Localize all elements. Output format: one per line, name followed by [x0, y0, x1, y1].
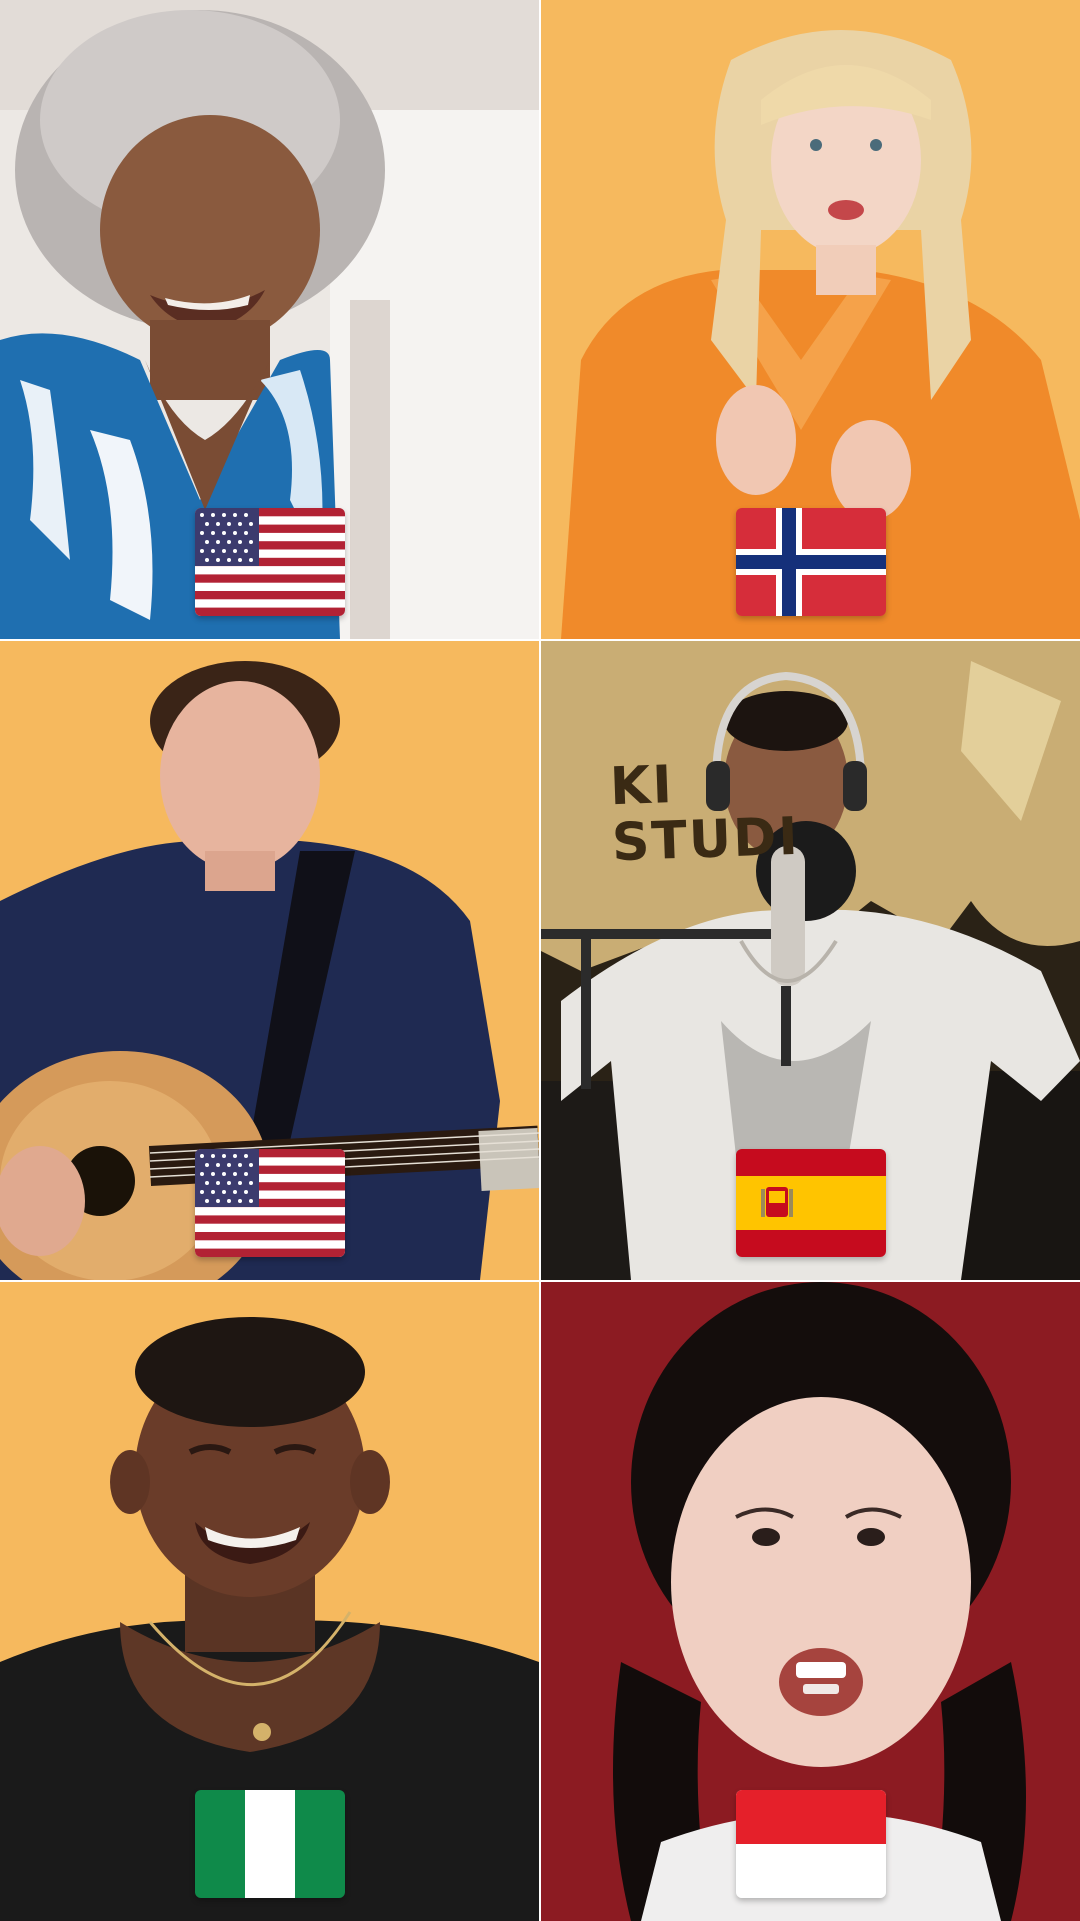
indonesia-flag-icon	[736, 1790, 886, 1898]
nigeria-flag-icon	[195, 1790, 345, 1898]
singer-tile-4[interactable]: KI STUDI	[541, 641, 1080, 1280]
usa-flag-icon	[195, 508, 345, 616]
video-collage-grid: KI STUDI	[0, 0, 1080, 1921]
singer-tile-2[interactable]	[541, 0, 1080, 639]
singer-tile-5[interactable]	[0, 1282, 539, 1921]
studio-sign-text: KI STUDI	[609, 755, 801, 874]
singer-tile-6[interactable]	[541, 1282, 1080, 1921]
norway-flag-icon	[736, 508, 886, 616]
singer-tile-3[interactable]	[0, 641, 539, 1280]
spain-flag-icon	[736, 1149, 886, 1257]
singer-tile-1[interactable]	[0, 0, 539, 639]
usa-flag-icon	[195, 1149, 345, 1257]
